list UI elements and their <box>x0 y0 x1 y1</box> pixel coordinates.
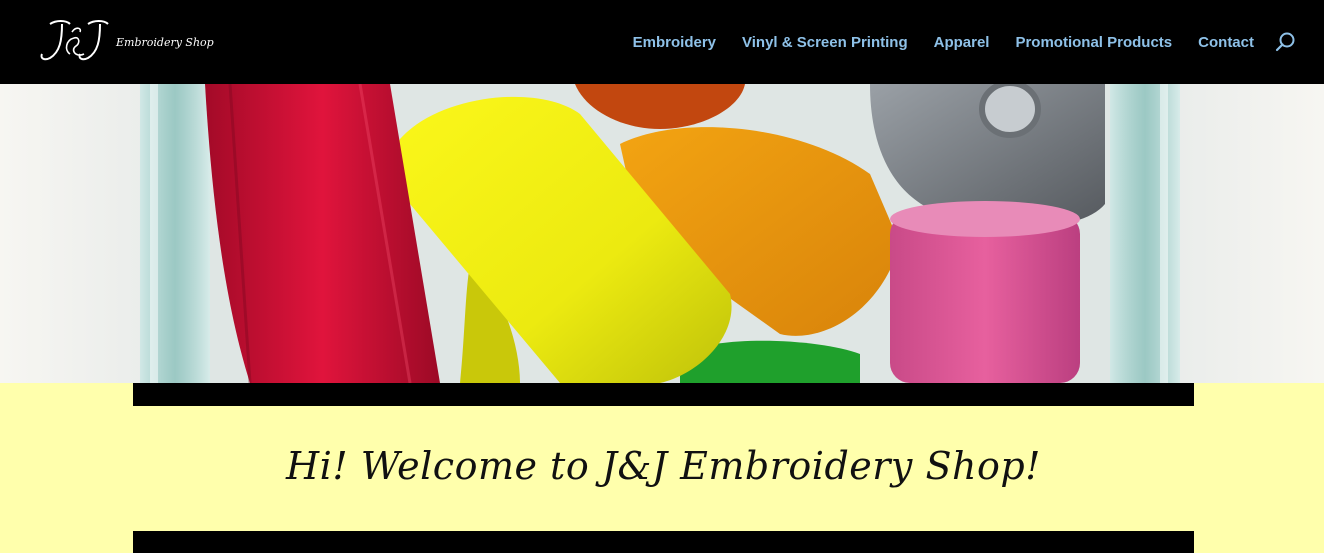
divider-bar-top <box>133 383 1194 406</box>
nav-item-promotional-products[interactable]: Promotional Products <box>1015 34 1172 51</box>
logo[interactable]: Embroidery Shop <box>36 14 226 66</box>
search-icon[interactable] <box>1275 31 1297 53</box>
logo-text: Embroidery Shop <box>116 36 214 49</box>
welcome-heading: Hi! Welcome to J&J Embroidery Shop! <box>286 444 1041 488</box>
hero-image <box>0 84 1324 383</box>
nav-item-vinyl-screen-printing[interactable]: Vinyl & Screen Printing <box>742 34 908 51</box>
site-header: Embroidery Shop Embroidery Vinyl & Scree… <box>0 0 1324 84</box>
logo-monogram-icon <box>40 20 109 61</box>
divider-bar-bottom <box>133 531 1194 553</box>
main-nav: Embroidery Vinyl & Screen Printing Appar… <box>607 30 1254 54</box>
nav-item-embroidery[interactable]: Embroidery <box>633 34 716 51</box>
nav-item-apparel[interactable]: Apparel <box>934 34 990 51</box>
nav-item-contact[interactable]: Contact <box>1198 34 1254 51</box>
